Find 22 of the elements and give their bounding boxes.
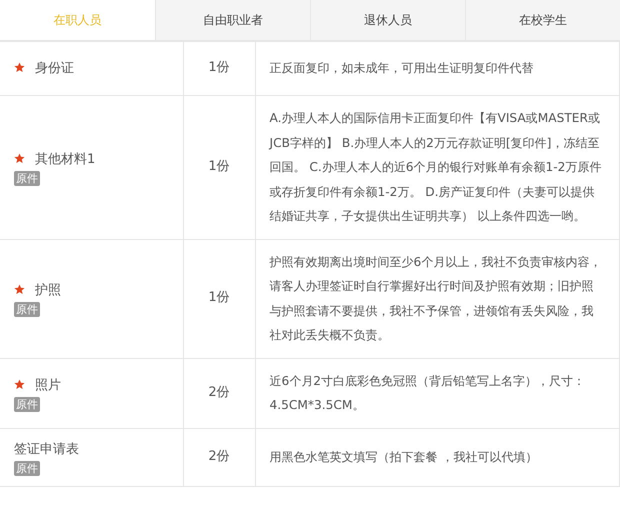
original-tag: 原件 <box>14 170 40 186</box>
requirement-description: 近6个月2寸白底彩色免冠照（背后铅笔写上名字），尺寸：4.5CM*3.5CM。 <box>270 374 586 412</box>
original-tag: 原件 <box>14 460 40 476</box>
material-name: 签证申请表 <box>14 442 79 456</box>
material-name: 护照 <box>35 283 61 298</box>
material-name: 其他材料1 <box>35 152 96 167</box>
tab[interactable]: 退休人员 <box>310 0 465 40</box>
copy-count: 1份 <box>208 60 230 76</box>
material-name: 身份证 <box>35 60 74 76</box>
requirement-description: 用黑色水笔英文填写（拍下套餐 ，我社可以代填） <box>270 450 538 464</box>
tab[interactable]: 自由职业者 <box>155 0 310 40</box>
copy-count: 2份 <box>208 384 230 400</box>
material-name: 照片 <box>35 378 61 392</box>
copy-count: 1份 <box>208 290 230 306</box>
tab[interactable]: 在校学生 <box>465 0 620 40</box>
requirement-description: 正反面复印，如未成年，可用出生证明复印件代替 <box>270 61 534 76</box>
requirement-description: A.办理人本人的国际信用卡正面复印件【有VISA或MASTER或JCB字样的】 B.办理人本人的2万元存款证明[复印件]，冻结至回国。 C.办理人本人的近6个月的银行对账单有余额1-2万原件或存折复印件有余额1-2万。 D.房产证复印件（夫妻可以提供结婚证共享，子女提供出生证明共享） 以上条件四选一哟。 <box>270 111 602 223</box>
original-tag: 原件 <box>14 302 40 317</box>
requirement-description: 护照有效期离出境时间至少6个月以上，我社不负责审核内容，请客人办理签证时自行掌握好出行时间及护照有效期；旧护照与护照套请不要提供，我社不予保管，进领馆有丢失风险，我社对此丢失概不负责。 <box>270 254 602 342</box>
original-tag: 原件 <box>14 396 40 412</box>
copy-count: 1份 <box>208 159 230 174</box>
copy-count: 2份 <box>208 448 230 464</box>
